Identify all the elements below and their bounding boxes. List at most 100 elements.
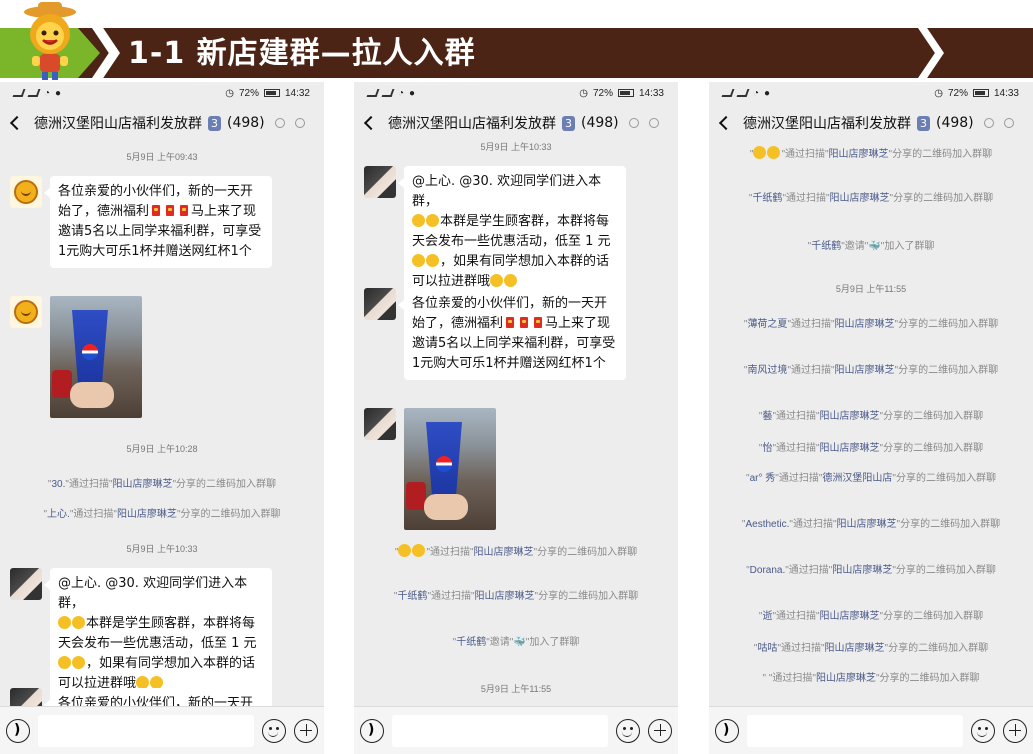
avatar[interactable]: [10, 568, 42, 600]
mute-icon: [983, 118, 994, 128]
emoji-button-icon[interactable]: [616, 718, 640, 743]
back-icon[interactable]: [363, 115, 379, 131]
avatar[interactable]: [364, 408, 396, 440]
group-name: 德洲汉堡阳山店福利发放群: [743, 116, 911, 132]
signal-icon: [721, 89, 735, 97]
phone-screen-2: ◔ ● ◷ 72% 14:33 德洲汉堡阳山店福利发放群 3 (498) 5月9日 上…: [354, 82, 678, 754]
input-bar: [0, 706, 324, 754]
red-packet-icon: [152, 205, 161, 216]
emoji-button-icon[interactable]: [971, 718, 995, 743]
emoji-icon: [504, 274, 518, 287]
avatar[interactable]: [364, 288, 396, 320]
red-packet-icon: [534, 317, 543, 328]
message-row: 各位亲爱的小伙伴们，新的一天开始了，德洲福利: [10, 688, 272, 706]
phone-screen-1: ◔ ● ◷ 72% 14:32 德洲汉堡阳山店福利发放群 3 (498) 5月9日 上…: [0, 82, 324, 754]
red-packet-icon: [520, 317, 529, 328]
signal-icon: [12, 89, 26, 97]
message-bubble[interactable]: 各位亲爱的小伙伴们，新的一天开始了，德洲福利 马上来了现邀请5名以上同学来福利群，…: [44, 176, 272, 268]
plus-icon[interactable]: [1003, 718, 1027, 743]
timestamp: 5月9日 上午10:28: [126, 444, 198, 454]
emoji-icon: [490, 274, 504, 287]
signal-icon: [366, 89, 380, 97]
timestamp: 5月9日 上午09:43: [126, 152, 198, 162]
whale-emoji-icon: 🐳: [868, 241, 881, 252]
chat-title-bar: 德洲汉堡阳山店福利发放群 3 (498): [354, 104, 678, 142]
banner-title: 1-1 新店建群—拉人入群: [128, 36, 476, 71]
emoji-icon: [412, 544, 426, 557]
chat-title-bar: 德洲汉堡阳山店福利发放群 3 (498): [0, 104, 324, 142]
message-row: [364, 408, 496, 530]
pin-icon: [294, 118, 305, 128]
system-message: "Aesthetic."通过扫描"阳山店廖琳芝"分享的二维码加入群聊: [741, 519, 1001, 530]
chat-area[interactable]: 5月9日 上午10:33 @上心. @30. 欢迎同学们进入本群， 本群是学生顾客…: [354, 142, 678, 706]
avatar[interactable]: [10, 688, 42, 706]
message-input[interactable]: [392, 714, 608, 747]
pepsi-logo-icon: [82, 344, 98, 360]
chat-icon: ●: [764, 87, 771, 99]
back-icon[interactable]: [9, 115, 25, 131]
back-icon[interactable]: [718, 115, 734, 131]
input-bar: [709, 706, 1033, 754]
emoji-icon: [58, 656, 71, 669]
emoji-button-icon[interactable]: [262, 718, 286, 743]
pepsi-logo-icon: [436, 456, 452, 472]
voice-icon[interactable]: [360, 718, 384, 743]
system-message: "上心."通过扫描"阳山店廖琳芝"分享的二维码加入群聊: [43, 509, 281, 520]
wifi-icon: ◔: [44, 87, 51, 99]
battery-icon: [263, 89, 280, 97]
plus-icon[interactable]: [294, 718, 318, 743]
voice-icon[interactable]: [6, 718, 30, 743]
group-badge: 3: [562, 115, 575, 131]
system-message: "薄荷之夏"通过扫描"阳山店廖琳芝"分享的二维码加入群聊: [743, 319, 999, 330]
emoji-icon: [426, 214, 439, 227]
pin-icon: [1003, 118, 1014, 128]
message-bubble[interactable]: @上心. @30. 欢迎同学们进入本群， 本群是学生顾客群，本群将每天会发布一些优…: [44, 568, 272, 700]
member-count: (498): [936, 115, 974, 131]
signal-icon: [27, 89, 41, 97]
status-bar: ◔ ● ◷ 72% 14:32: [0, 82, 324, 104]
message-row: [10, 296, 142, 418]
system-message: " "通过扫描"阳山店廖琳芝"分享的二维码加入群聊: [354, 544, 678, 560]
message-row: @上心. @30. 欢迎同学们进入本群， 本群是学生顾客群，本群将每天会发布一些优…: [364, 166, 626, 298]
red-packet-icon: [180, 205, 189, 216]
avatar[interactable]: [10, 296, 42, 328]
emoji-icon: [412, 214, 425, 227]
avatar[interactable]: [10, 176, 42, 208]
photo-message[interactable]: [404, 408, 496, 530]
signal-icon: [736, 89, 750, 97]
plus-icon[interactable]: [648, 718, 672, 743]
message-input[interactable]: [747, 714, 963, 747]
group-name: 德洲汉堡阳山店福利发放群: [34, 116, 202, 132]
clock: 14:33: [638, 87, 664, 99]
message-input[interactable]: [38, 714, 254, 747]
group-name: 德洲汉堡阳山店福利发放群: [388, 116, 556, 132]
chat-icon: ●: [409, 87, 416, 99]
red-packet-icon: [166, 205, 175, 216]
photo-message[interactable]: [50, 296, 142, 418]
emoji-icon: [753, 146, 767, 159]
battery-percent: 72%: [592, 87, 613, 99]
clock: 14:33: [993, 87, 1019, 99]
message-bubble[interactable]: 各位亲爱的小伙伴们，新的一天开始了，德洲福利 马上来了现邀请5名以上同学来福利群，…: [398, 288, 626, 380]
timestamp: 5月9日 上午10:33: [126, 544, 198, 554]
avatar[interactable]: [364, 166, 396, 198]
whale-emoji-icon: 🐳: [513, 637, 526, 648]
input-bar: [354, 706, 678, 754]
system-message: "藝"通过扫描"阳山店廖琳芝"分享的二维码加入群聊: [758, 411, 984, 422]
battery-icon: [972, 89, 989, 97]
chat-area[interactable]: " "通过扫描"阳山店廖琳芝"分享的二维码加入群聊 "千纸鹤"通过扫描"阳山店廖琳…: [709, 142, 1033, 706]
message-row: 各位亲爱的小伙伴们，新的一天开始了，德洲福利 马上来了现邀请5名以上同学来福利群，…: [10, 176, 272, 268]
system-message: "逝"通过扫描"阳山店廖琳芝"分享的二维码加入群聊: [758, 611, 984, 622]
group-badge: 3: [208, 115, 221, 131]
emoji-icon: [72, 616, 85, 629]
red-packet-icon: [506, 317, 515, 328]
message-bubble[interactable]: @上心. @30. 欢迎同学们进入本群， 本群是学生顾客群，本群将每天会发布一些优…: [398, 166, 626, 298]
message-bubble[interactable]: 各位亲爱的小伙伴们，新的一天开始了，德洲福利: [44, 688, 272, 706]
chat-area[interactable]: 5月9日 上午09:43 各位亲爱的小伙伴们，新的一天开始了，德洲福利 马上来了现…: [0, 142, 324, 706]
mute-icon: [274, 118, 285, 128]
system-message: " "通过扫描"阳山店廖琳芝"分享的二维码加入群聊: [709, 146, 1033, 162]
emoji-icon: [398, 544, 412, 557]
system-message: "千纸鹤"邀请"🐳"加入了群聊: [452, 637, 580, 648]
system-message: "怡"通过扫描"阳山店廖琳芝"分享的二维码加入群聊: [758, 443, 984, 454]
voice-icon[interactable]: [715, 718, 739, 743]
